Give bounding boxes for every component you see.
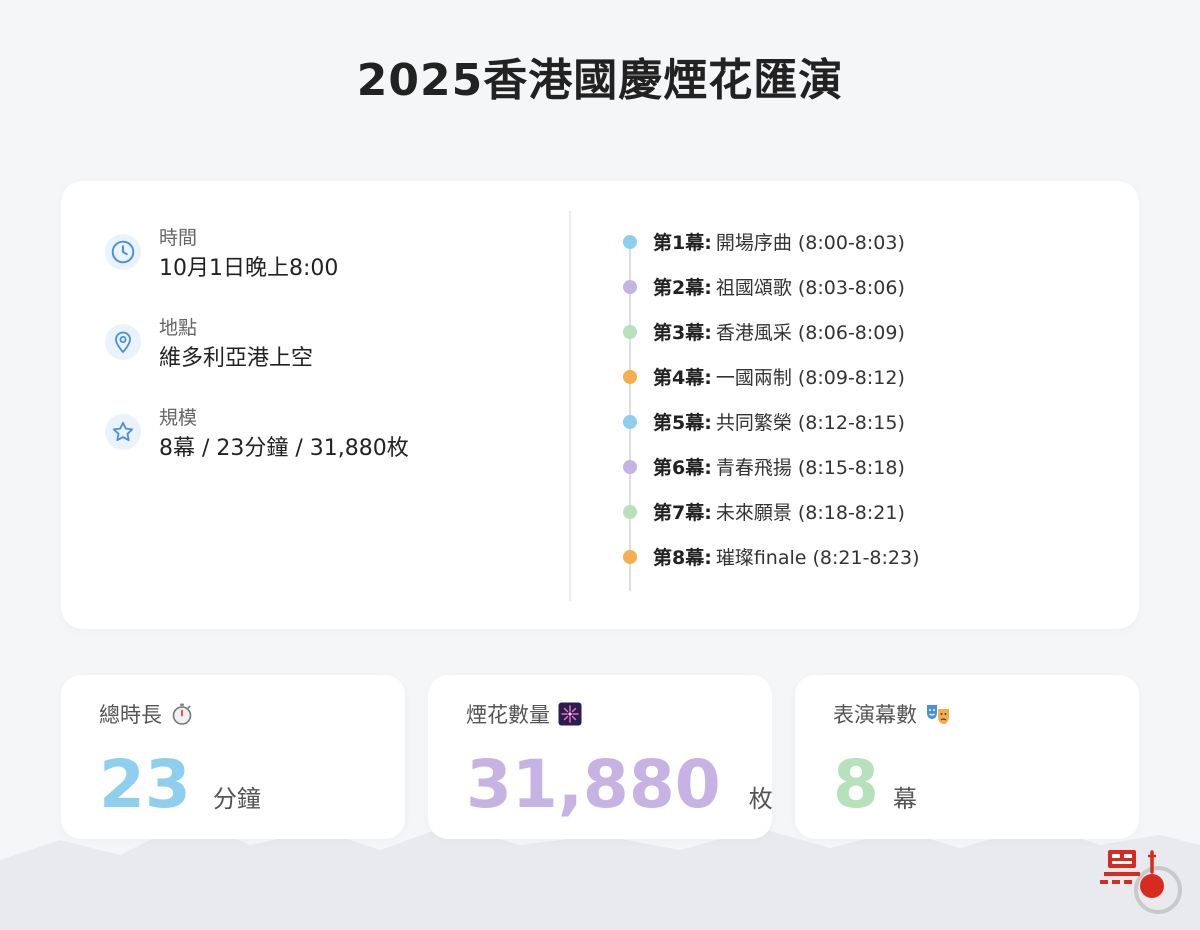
scale-label: 規模 bbox=[159, 407, 198, 429]
clock-icon bbox=[105, 234, 141, 270]
stat-card-fireworks: 煙花數量 31,880 枚 bbox=[428, 675, 773, 839]
timeline-item: 第6幕: 青春飛揚 (8:15-8:18) bbox=[621, 444, 1101, 489]
stat-unit: 幕 bbox=[892, 785, 917, 813]
act-number: 第6幕: bbox=[653, 457, 712, 479]
scale-value: 8幕 / 23分鐘 / 31,880枚 bbox=[159, 436, 409, 461]
timeline-dot bbox=[623, 279, 637, 294]
time-label: 時間 bbox=[159, 227, 198, 249]
stat-card-duration: 總時長 23 分鐘 bbox=[61, 675, 405, 839]
brand-logo bbox=[1100, 850, 1182, 914]
place-info: 地點 維多利亞港上空 bbox=[105, 315, 545, 405]
stat-number: 23 bbox=[99, 746, 191, 823]
act-title: 共同繁榮 (8:12-8:15) bbox=[715, 412, 905, 434]
act-title: 青春飛揚 (8:15-8:18) bbox=[715, 457, 905, 479]
act-title: 未來願景 (8:18-8:21) bbox=[715, 502, 905, 524]
timeline-dot bbox=[623, 324, 637, 339]
timeline-dot bbox=[623, 369, 637, 384]
act-number: 第1幕: bbox=[653, 232, 712, 254]
stat-label: 煙花數量 bbox=[466, 703, 550, 727]
scale-info: 規模 8幕 / 23分鐘 / 31,880枚 bbox=[105, 405, 545, 495]
timeline-item: 第8幕: 璀璨finale (8:21-8:23) bbox=[621, 534, 1101, 579]
timeline-item: 第1幕: 開場序曲 (8:00-8:03) bbox=[621, 219, 1101, 264]
act-number: 第8幕: bbox=[653, 547, 712, 569]
theater-masks-icon bbox=[927, 705, 949, 724]
stat-unit: 枚 bbox=[748, 785, 773, 813]
act-number: 第7幕: bbox=[653, 502, 712, 524]
stat-number: 31,880 bbox=[466, 746, 721, 823]
firework-icon bbox=[558, 702, 582, 726]
act-number: 第2幕: bbox=[653, 277, 712, 299]
act-number: 第4幕: bbox=[653, 367, 712, 389]
act-title: 一國兩制 (8:09-8:12) bbox=[715, 367, 905, 389]
time-value: 10月1日晚上8:00 bbox=[159, 256, 339, 281]
timeline-item: 第7幕: 未來願景 (8:18-8:21) bbox=[621, 489, 1101, 534]
stat-card-acts: 表演幕數 8 幕 bbox=[795, 675, 1139, 839]
timeline-item: 第3幕: 香港風采 (8:06-8:09) bbox=[621, 309, 1101, 354]
event-info: 時間 10月1日晚上8:00 地點 維多利亞港上空 規模 8幕 / 23分鐘 /… bbox=[105, 225, 545, 495]
star-icon bbox=[105, 414, 141, 450]
timeline-item: 第4幕: 一國兩制 (8:09-8:12) bbox=[621, 354, 1101, 399]
timeline-item: 第5幕: 共同繁榮 (8:12-8:15) bbox=[621, 399, 1101, 444]
info-card: 時間 10月1日晚上8:00 地點 維多利亞港上空 規模 8幕 / 23分鐘 /… bbox=[61, 181, 1139, 629]
timeline-dot bbox=[623, 549, 637, 564]
act-timeline: 第1幕: 開場序曲 (8:00-8:03) 第2幕: 祖國頌歌 (8:03-8:… bbox=[621, 219, 1101, 599]
timeline-item: 第2幕: 祖國頌歌 (8:03-8:06) bbox=[621, 264, 1101, 309]
stat-number: 8 bbox=[833, 746, 879, 823]
timeline-dot bbox=[623, 234, 637, 249]
timeline-dot bbox=[623, 504, 637, 519]
act-title: 香港風采 (8:06-8:09) bbox=[715, 322, 905, 344]
stat-label: 表演幕數 bbox=[833, 703, 917, 727]
divider bbox=[569, 211, 571, 601]
stopwatch-icon bbox=[172, 703, 192, 725]
place-value: 維多利亞港上空 bbox=[159, 346, 314, 371]
act-title: 璀璨finale (8:21-8:23) bbox=[715, 547, 920, 569]
stat-label: 總時長 bbox=[99, 703, 162, 727]
time-info: 時間 10月1日晚上8:00 bbox=[105, 225, 545, 315]
act-number: 第3幕: bbox=[653, 322, 712, 344]
stat-unit: 分鐘 bbox=[212, 785, 261, 813]
place-label: 地點 bbox=[159, 317, 198, 339]
act-title: 開場序曲 (8:00-8:03) bbox=[715, 232, 905, 254]
act-number: 第5幕: bbox=[653, 412, 712, 434]
timeline-dot bbox=[623, 414, 637, 429]
location-pin-icon bbox=[105, 324, 141, 360]
timeline-dot bbox=[623, 459, 637, 474]
page-title: 2025香港國慶煙花匯演 bbox=[356, 55, 844, 106]
act-title: 祖國頌歌 (8:03-8:06) bbox=[715, 277, 905, 299]
